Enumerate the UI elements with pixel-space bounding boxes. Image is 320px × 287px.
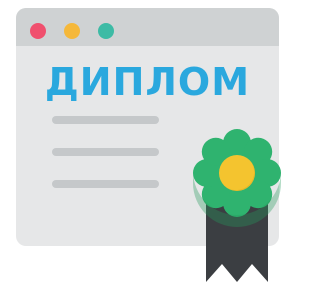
window-title-bar	[16, 8, 279, 46]
minimize-dot	[64, 23, 80, 39]
rosette-ribbon-icon	[193, 129, 281, 282]
rosette-center	[219, 155, 255, 191]
rosette-badge	[193, 129, 281, 227]
diploma-graphic	[16, 8, 281, 282]
close-dot	[30, 23, 46, 39]
diploma-illustration: ДИПЛОМ	[0, 0, 295, 287]
diploma-title: ДИПЛОМ	[44, 60, 251, 104]
maximize-dot	[98, 23, 114, 39]
